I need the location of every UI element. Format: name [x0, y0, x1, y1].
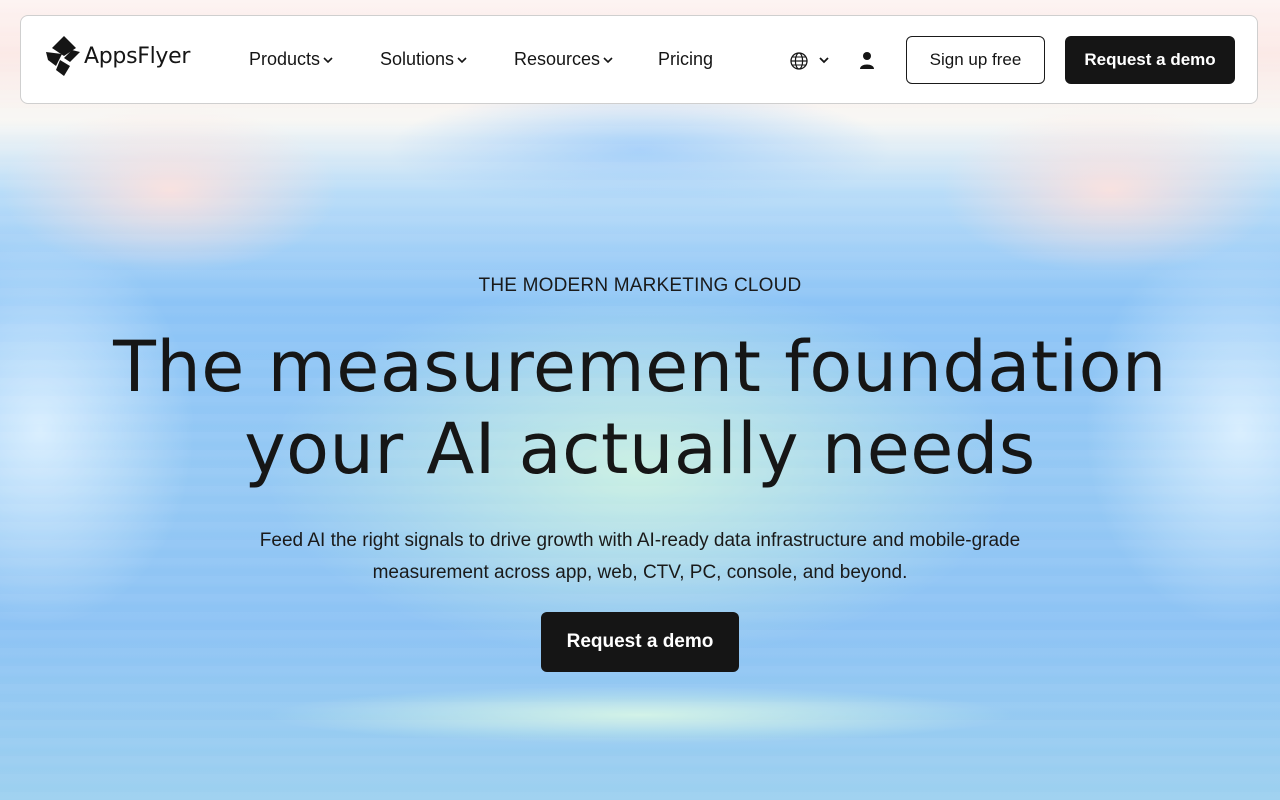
- chevron-down-icon: [323, 56, 333, 63]
- language-chevron-down-icon[interactable]: [817, 53, 831, 67]
- globe-icon[interactable]: [788, 50, 810, 72]
- request-demo-nav-button[interactable]: Request a demo: [1065, 36, 1235, 84]
- appsflyer-logo[interactable]: AppsFlyer: [46, 36, 190, 76]
- hero-headline: The measurement foundation your AI actua…: [0, 326, 1280, 490]
- nav-products[interactable]: Products: [249, 16, 333, 103]
- logo-wordmark: AppsFlyer: [84, 43, 191, 69]
- nav-pricing-label: Pricing: [658, 49, 714, 69]
- chevron-down-icon: [457, 56, 467, 63]
- hero-eyebrow: THE MODERN MARKETING CLOUD: [478, 275, 802, 296]
- user-icon[interactable]: [857, 50, 877, 70]
- sign-up-free-button[interactable]: Sign up free: [906, 36, 1045, 84]
- nav-solutions[interactable]: Solutions: [380, 16, 467, 103]
- request-demo-hero-button[interactable]: Request a demo: [541, 612, 739, 672]
- nav-resources[interactable]: Resources: [514, 16, 613, 103]
- top-navigation: AppsFlyer Products Solutions Resources P…: [20, 15, 1258, 104]
- nav-solutions-label: Solutions: [380, 49, 455, 69]
- hero-headline-line-2: your AI actually needs: [244, 408, 1036, 490]
- chevron-down-icon: [603, 56, 613, 63]
- hero-subtitle-line-1: Feed AI the right signals to drive growt…: [259, 530, 1021, 551]
- appsflyer-logo-mark-icon: [46, 36, 80, 76]
- hero-subtitle: Feed AI the right signals to drive growt…: [180, 525, 1100, 589]
- nav-pricing[interactable]: Pricing: [658, 16, 713, 103]
- nav-resources-label: Resources: [514, 49, 601, 69]
- hero-headline-line-1: The measurement foundation: [113, 326, 1167, 408]
- hero-subtitle-line-2: measurement across app, web, CTV, PC, co…: [372, 562, 908, 583]
- nav-products-label: Products: [249, 49, 321, 69]
